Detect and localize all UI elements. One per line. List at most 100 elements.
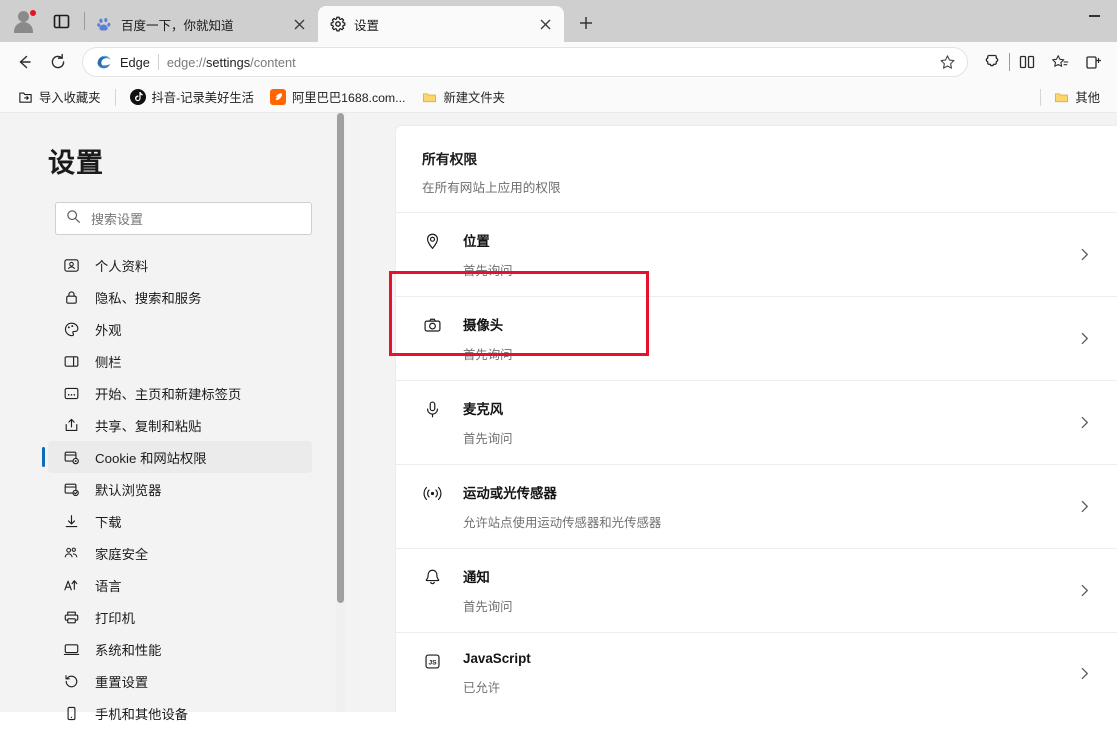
permission-desc: 首先询问: [463, 264, 513, 278]
bookmark-new-folder[interactable]: 新建文件夹: [414, 84, 512, 110]
permission-row-notifications[interactable]: 通知 首先询问: [396, 548, 1117, 632]
copilot-icon[interactable]: [976, 46, 1008, 78]
bookmark-other-folder[interactable]: 其他: [1046, 84, 1107, 110]
favorites-icon[interactable]: [1044, 46, 1076, 78]
chevron-right-icon: [1073, 416, 1095, 429]
window-controls: [1072, 0, 1117, 32]
edge-logo-icon: [95, 54, 112, 71]
minimize-button[interactable]: [1072, 0, 1117, 32]
permission-title: 位置: [463, 234, 490, 249]
sidebar-item-default-browser[interactable]: 默认浏览器: [48, 473, 312, 505]
sidebar-item-sidebar[interactable]: 侧栏: [48, 345, 312, 377]
bookmark-import-favorites[interactable]: 导入收藏夹: [10, 84, 108, 110]
folder-icon: [1053, 89, 1069, 105]
reset-icon: [62, 672, 80, 690]
folder-icon: [421, 89, 437, 105]
sidebar-item-label: 语言: [95, 578, 122, 594]
split-screen-icon[interactable]: [1011, 46, 1043, 78]
back-icon[interactable]: [8, 46, 40, 78]
permission-title: 通知: [463, 570, 490, 585]
sidebar-item-label: 外观: [95, 322, 122, 338]
sidebar-item-languages[interactable]: 语言: [48, 569, 312, 601]
permissions-panel: 所有权限 在所有网站上应用的权限 位置 首先询问 摄像头 首先询问 麦克风 首先…: [395, 125, 1117, 712]
bookmark-label: 阿里巴巴1688.com...: [291, 91, 406, 105]
printer-icon: [62, 608, 80, 626]
sidebar-item-appearance[interactable]: 外观: [48, 313, 312, 345]
sidebar-item-profile[interactable]: 个人资料: [48, 249, 312, 281]
sidebar-item-label: 重置设置: [95, 674, 149, 690]
sidebar-item-phone-devices[interactable]: 手机和其他设备: [48, 697, 312, 729]
bookmark-label: 导入收藏夹: [39, 91, 101, 105]
tab-actions-icon[interactable]: [48, 8, 74, 34]
url-suffix: /content: [250, 54, 296, 70]
sidebar-item-label: 开始、主页和新建标签页: [95, 386, 242, 402]
bookmark-label: 抖音-记录美好生活: [151, 91, 254, 105]
settings-page: 设置 搜索设置 个人资料 隐私、搜索和服务 外观 侧栏 开始、主页和新建标签页 …: [0, 113, 1117, 722]
omnibox-brand-label: Edge: [120, 54, 150, 70]
sidebar-item-share[interactable]: 共享、复制和粘贴: [48, 409, 312, 441]
sidebar-item-label: 下载: [95, 514, 122, 530]
close-icon[interactable]: [534, 13, 556, 35]
sidebar-item-reset-settings[interactable]: 重置设置: [48, 665, 312, 697]
add-favorite-star-icon[interactable]: [933, 48, 961, 76]
permission-desc: 首先询问: [463, 600, 513, 614]
bookmark-alibaba[interactable]: 阿里巴巴1688.com...: [263, 84, 412, 110]
camera-icon: [422, 315, 442, 335]
permission-row-camera[interactable]: 摄像头 首先询问: [396, 296, 1117, 380]
permission-row-location[interactable]: 位置 首先询问: [396, 212, 1117, 296]
sidebar-item-label: 默认浏览器: [95, 482, 162, 498]
browser-tab-settings[interactable]: 设置: [318, 6, 564, 42]
chevron-right-icon: [1073, 500, 1095, 513]
sidebar-item-label: 隐私、搜索和服务: [95, 290, 202, 306]
refresh-icon[interactable]: [42, 46, 74, 78]
avatar-body: [14, 22, 33, 33]
permission-desc: 允许站点使用运动传感器和光传感器: [463, 516, 662, 530]
family-icon: [62, 544, 80, 562]
sidebar-item-system-performance[interactable]: 系统和性能: [48, 633, 312, 665]
browser-tab-baidu[interactable]: 百度一下，你就知道: [85, 6, 318, 42]
address-bar[interactable]: Edge edge://settings/content: [82, 47, 968, 77]
permission-text: 通知 首先询问: [463, 566, 1073, 615]
language-icon: [62, 576, 80, 594]
permission-title: 运动或光传感器: [463, 486, 557, 501]
permission-desc: 首先询问: [463, 432, 513, 446]
permission-row-javascript[interactable]: JS JavaScript 已允许: [396, 632, 1117, 712]
sidebar-item-label: 手机和其他设备: [95, 706, 189, 722]
permission-text: 麦克风 首先询问: [463, 398, 1073, 447]
bookmark-divider: [114, 88, 116, 106]
new-tab-button[interactable]: [570, 7, 602, 39]
permission-title: 摄像头: [463, 318, 504, 333]
search-placeholder: 搜索设置: [91, 212, 144, 227]
sidebar-item-printers[interactable]: 打印机: [48, 601, 312, 633]
js-icon: JS: [422, 651, 442, 671]
palette-icon: [62, 320, 80, 338]
sidebar-scrollbar-thumb[interactable]: [337, 113, 344, 603]
tab-strip: 百度一下，你就知道 设置: [0, 0, 1117, 42]
permissions-heading: 所有权限: [422, 152, 478, 167]
sidebar-item-cookies-permissions[interactable]: Cookie 和网站权限: [42, 441, 312, 473]
bookmark-douyin[interactable]: 抖音-记录美好生活: [123, 84, 261, 110]
download-icon: [62, 512, 80, 530]
sidebar-item-family-safety[interactable]: 家庭安全: [48, 537, 312, 569]
permission-text: JavaScript 已允许: [463, 650, 1073, 696]
close-icon[interactable]: [288, 13, 310, 35]
permissions-header: 所有权限 在所有网站上应用的权限: [396, 126, 1117, 212]
sidebar-item-privacy[interactable]: 隐私、搜索和服务: [48, 281, 312, 313]
collections-icon[interactable]: [1077, 46, 1109, 78]
profile-avatar-button[interactable]: [10, 7, 38, 35]
permission-row-sensors[interactable]: 运动或光传感器 允许站点使用运动传感器和光传感器: [396, 464, 1117, 548]
sidebar-icon: [62, 352, 80, 370]
sidebar-item-downloads[interactable]: 下载: [48, 505, 312, 537]
share-icon: [62, 416, 80, 434]
search-settings-input[interactable]: 搜索设置: [55, 202, 312, 235]
profile-icon: [62, 256, 80, 274]
sidebar-item-label: 系统和性能: [95, 642, 162, 658]
permission-text: 位置 首先询问: [463, 230, 1073, 279]
sidebar-item-startup[interactable]: 开始、主页和新建标签页: [48, 377, 312, 409]
permission-title: 麦克风: [463, 402, 504, 417]
sidebar-item-label: 打印机: [95, 610, 135, 626]
search-icon: [66, 209, 81, 229]
permission-row-microphone[interactable]: 麦克风 首先询问: [396, 380, 1117, 464]
profile-alert-dot: [29, 9, 37, 17]
sensor-icon: [422, 483, 442, 503]
